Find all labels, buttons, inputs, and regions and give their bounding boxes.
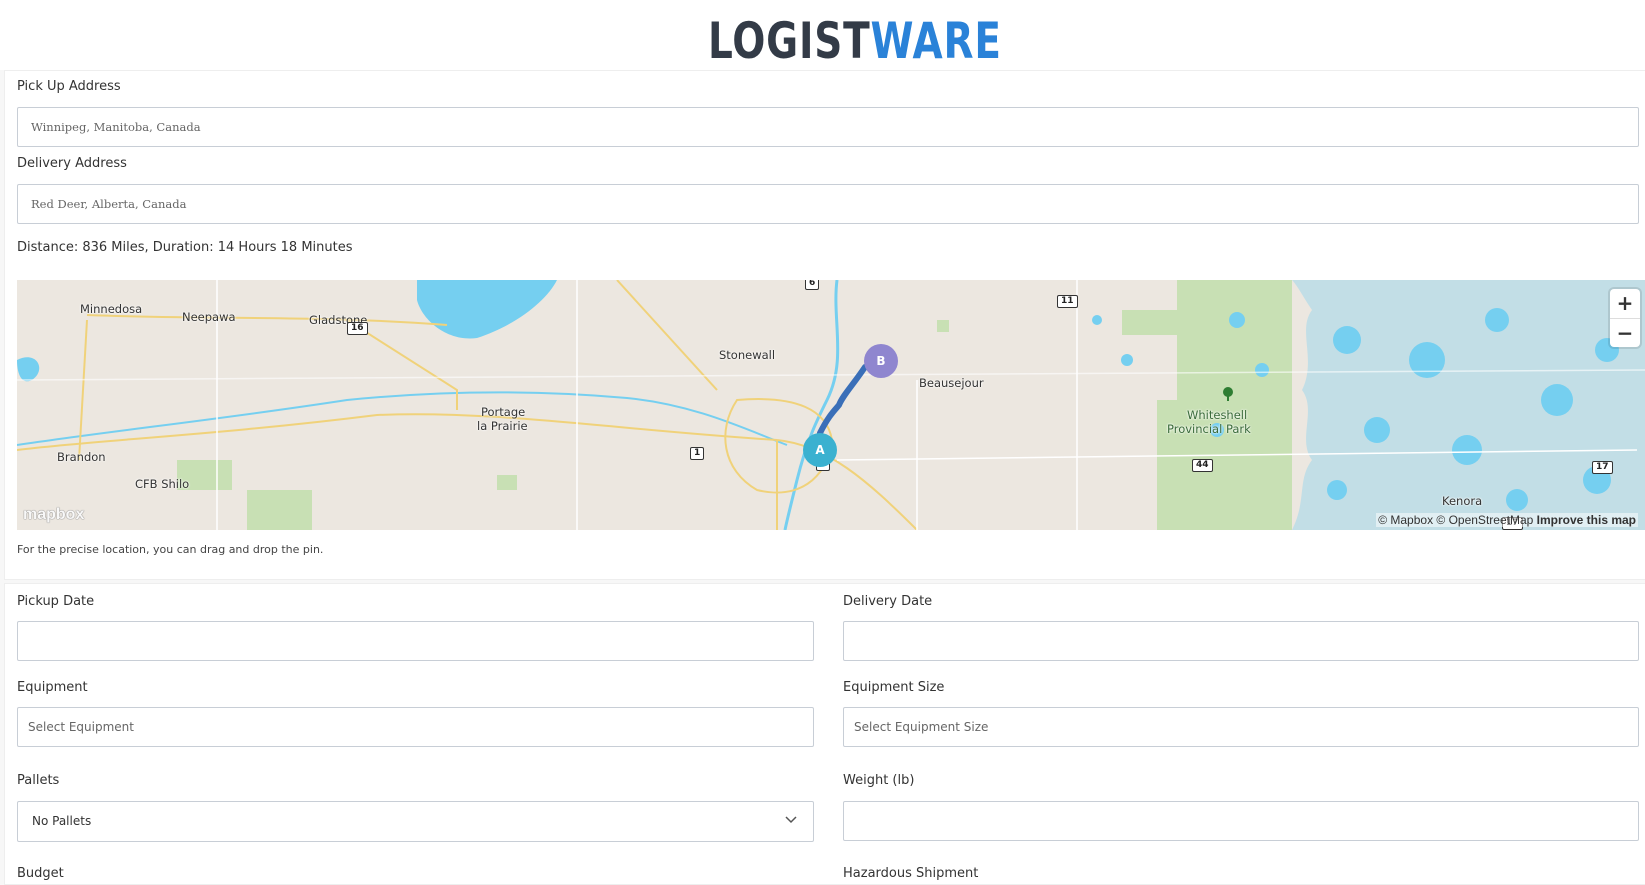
lake-small [17,357,40,382]
budget-label: Budget [17,866,64,881]
place-label: Kenora [1442,494,1483,508]
equipment-placeholder: Select Equipment [28,720,134,734]
highway-shield: 17 [1592,461,1613,474]
marker-a-pin[interactable]: A [803,433,837,467]
place-label: Neepawa [182,310,236,324]
map-canvas [17,280,1645,530]
delivery-address-label: Delivery Address [17,156,127,171]
park-patch [497,475,517,490]
map-attribution: © Mapbox © OpenStreetMap Improve this ma… [1376,513,1638,527]
route-summary: Distance: 836 Miles, Duration: 14 Hours … [17,240,353,255]
zoom-out-button[interactable]: − [1610,318,1640,348]
zoom-in-button[interactable]: + [1610,289,1640,318]
place-label: la Prairie [477,419,528,433]
place-label: Minnedosa [80,302,143,316]
pickup-address-input[interactable] [17,107,1639,147]
pickup-address-label: Pick Up Address [17,79,121,94]
pickup-date-label: Pickup Date [17,594,95,609]
route-map[interactable]: Minnedosa Neepawa Gladstone Stonewall Be… [17,280,1645,530]
highway-shield: 16 [347,322,368,335]
place-label: Beausejour [919,376,984,390]
equipment-size-placeholder: Select Equipment Size [854,720,989,734]
park-patch [937,320,949,332]
equipment-label: Equipment [17,680,88,695]
improve-map-link[interactable]: Improve this map [1537,513,1636,527]
place-label: Portage [481,405,526,419]
delivery-date-input[interactable] [843,621,1639,661]
highway-shield: 44 [1192,459,1213,472]
delivery-date-label: Delivery Date [843,594,933,609]
pallets-label: Pallets [17,773,60,788]
red-river [783,280,840,530]
park-patch [247,490,312,530]
park-patch [1122,310,1182,335]
equipment-size-select[interactable]: Select Equipment Size [843,707,1639,747]
highway-shield: 1 [690,447,705,460]
logo-part-2: WARE [870,12,1002,70]
pallets-select[interactable]: No Pallets [17,801,814,842]
pallets-value: No Pallets [32,814,92,828]
weight-input[interactable] [843,801,1639,841]
place-label: Provincial Park [1167,422,1251,436]
zoom-controls: + − [1610,289,1640,347]
logo-part-1: LOGIST [708,12,871,70]
equipment-select[interactable]: Select Equipment [17,707,814,747]
highway-shield: 11 [1057,295,1078,308]
map-hint: For the precise location, you can drag a… [17,543,324,556]
place-label: Stonewall [719,348,776,362]
attribution-text[interactable]: © Mapbox © OpenStreetMap [1378,513,1533,527]
marker-b-pin[interactable]: B [864,344,898,378]
highway-shield: 6 [805,280,820,290]
delivery-address-input[interactable] [17,184,1639,224]
hazardous-shipment-label: Hazardous Shipment [843,866,979,881]
weight-label: Weight (lb) [843,773,915,788]
park-patch [1157,400,1187,530]
chevron-down-icon [785,816,797,824]
place-label: CFB Shilo [135,477,190,491]
lake-manitoba [417,280,557,339]
header: LOGISTWARE [0,0,1645,70]
assiniboine-river [17,391,788,446]
pickup-date-input[interactable] [17,621,814,661]
logistware-logo[interactable]: LOGISTWARE [708,14,1002,68]
mapbox-logo[interactable]: mapbox [23,506,84,524]
place-label: Whiteshell [1187,408,1248,422]
place-label: Brandon [57,450,106,464]
equipment-size-label: Equipment Size [843,680,945,695]
